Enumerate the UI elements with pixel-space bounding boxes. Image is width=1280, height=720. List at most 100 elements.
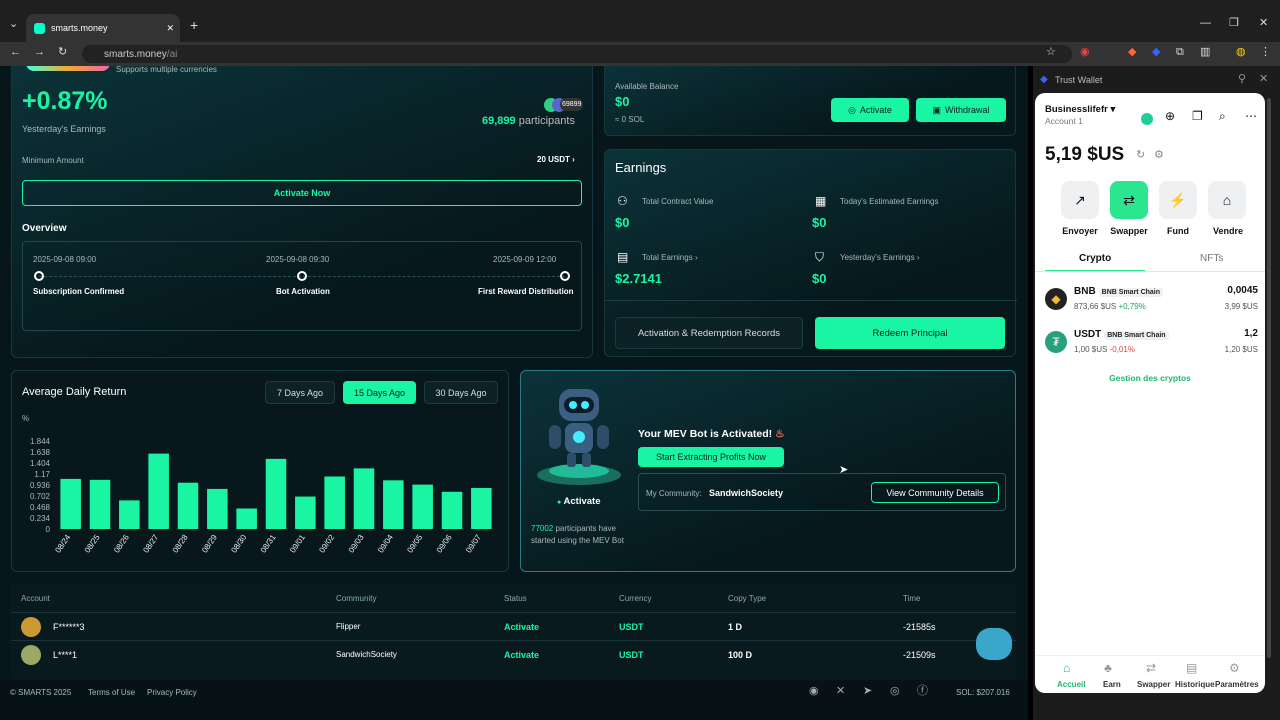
records-button[interactable]: Activation & Redemption Records	[615, 317, 803, 349]
copy-icon[interactable]: ❐	[1192, 109, 1203, 123]
chat-bot-icon[interactable]	[976, 628, 1012, 660]
tab-15-days[interactable]: 15 Days Ago	[343, 381, 416, 404]
nav-settings[interactable]: Paramètres	[1215, 680, 1259, 689]
maximize-icon[interactable]: ❐	[1229, 18, 1239, 29]
reload-icon[interactable]: ↻	[58, 47, 67, 58]
tab-list-icon[interactable]: ⌄	[9, 19, 18, 30]
home-icon[interactable]: ⌂	[1063, 661, 1070, 675]
timeline-label: First Reward Distribution	[478, 287, 574, 296]
swap-label[interactable]: Swapper	[1104, 226, 1154, 236]
close-panel-icon[interactable]: ✕	[1259, 74, 1268, 85]
timeline-label: Subscription Confirmed	[33, 287, 125, 296]
social-icon[interactable]: ◉	[809, 686, 819, 697]
discord-icon[interactable]: ◎	[890, 686, 900, 697]
tab-7-days[interactable]: 7 Days Ago	[265, 381, 335, 404]
settings-icon[interactable]: ⚙	[1229, 661, 1240, 675]
bank-icon[interactable]: ⌂	[1208, 181, 1246, 219]
nav-home[interactable]: Accueil	[1057, 680, 1085, 689]
profile-icon[interactable]: ◍	[1236, 47, 1246, 58]
activate-now-button[interactable]: Activate Now	[22, 180, 582, 206]
browser-menu-icon[interactable]: ⋮	[1260, 47, 1271, 58]
back-icon[interactable]: ←	[10, 47, 21, 58]
fund-label[interactable]: Fund	[1153, 226, 1203, 236]
y-tick-label: 1.404	[30, 459, 51, 468]
y-tick-label: 0	[46, 525, 51, 534]
minimum-amount-label: Minimum Amount	[22, 156, 84, 165]
tab-30-days[interactable]: 30 Days Ago	[424, 381, 498, 404]
network-icon[interactable]	[1141, 113, 1153, 125]
fund-icon[interactable]: ⚡	[1159, 181, 1197, 219]
x-tick-label: 08/24	[53, 533, 72, 555]
swap-nav-icon[interactable]: ⇄	[1146, 661, 1156, 675]
wallet-selector[interactable]: Businesslifefr ▾	[1045, 104, 1115, 115]
nav-earn[interactable]: Earn	[1103, 680, 1121, 689]
browser-tab[interactable]: smarts.money ✕	[26, 14, 180, 42]
user-icon: ⚇	[617, 194, 628, 208]
sell-label[interactable]: Vendre	[1203, 226, 1253, 236]
manage-crypto-link[interactable]: Gestion des cryptos	[1035, 373, 1265, 383]
extensions-puzzle-icon[interactable]: ⧉	[1176, 47, 1184, 58]
swap-icon[interactable]: ⇄	[1110, 181, 1148, 219]
nav-history[interactable]: Historique	[1175, 680, 1215, 689]
close-tab-icon[interactable]: ✕	[166, 23, 174, 34]
extension-icon[interactable]: ◉	[1080, 47, 1090, 58]
minimize-icon[interactable]: —	[1200, 18, 1211, 29]
start-extracting-button[interactable]: Start Extracting Profits Now	[638, 447, 784, 467]
settings-gear-icon[interactable]: ⚙	[1154, 148, 1164, 161]
activate-label: Activate	[859, 105, 892, 115]
x-tick-label: 09/02	[317, 533, 336, 555]
total-earnings-link[interactable]: Total Earnings ›	[642, 253, 698, 262]
activate-button[interactable]: ◎ Activate	[831, 98, 909, 122]
earn-icon[interactable]: ♣	[1104, 661, 1112, 675]
tab-title: smarts.money	[51, 23, 108, 33]
more-icon[interactable]: ⋯	[1245, 109, 1257, 123]
scrollbar[interactable]	[1267, 98, 1271, 658]
send-label[interactable]: Envoyer	[1055, 226, 1105, 236]
telegram-icon[interactable]: ➤	[863, 686, 872, 697]
view-community-button[interactable]: View Community Details	[871, 482, 999, 503]
redeem-principal-button[interactable]: Redeem Principal	[815, 317, 1005, 349]
bar-chart: 1.844 1.638 1.404 1.17 0.936 0.702 0.468 0.234 0…	[30, 437, 492, 555]
search-icon[interactable]: ⌕	[1219, 109, 1226, 124]
extension-icon[interactable]: ◆	[1128, 47, 1136, 58]
trust-wallet-extension-icon[interactable]: ◆	[1152, 47, 1160, 58]
refresh-icon[interactable]: ↻	[1136, 148, 1145, 161]
yesterday-earnings-link[interactable]: Yesterday's Earnings ›	[840, 253, 920, 262]
new-tab-icon[interactable]: +	[190, 18, 198, 32]
token-row[interactable]: ◆ BNB BNB Smart Chain 873,66 $US +0,79% 0…	[1035, 279, 1265, 321]
chevron-right-icon: ›	[916, 253, 920, 262]
earnings-label: Total Earnings	[642, 253, 693, 262]
chevron-right-icon: ›	[694, 253, 698, 262]
terms-link[interactable]: Terms of Use	[88, 688, 135, 697]
chart-bar	[207, 488, 228, 529]
token-row[interactable]: ₮ USDT BNB Smart Chain 1,00 $US -0,01% 1,…	[1035, 322, 1265, 364]
privacy-link[interactable]: Privacy Policy	[147, 688, 197, 697]
forward-icon[interactable]: →	[34, 47, 45, 58]
document-icon: ▤	[617, 250, 629, 264]
side-panel-icon[interactable]: ▥	[1200, 47, 1210, 58]
pin-icon[interactable]: ⚲	[1238, 74, 1246, 85]
address-bar[interactable]: smarts.money/ai	[82, 45, 1072, 63]
chart-bar	[60, 478, 81, 529]
tab-crypto[interactable]: Crypto	[1079, 253, 1111, 264]
facebook-icon[interactable]: ⓕ	[917, 686, 928, 697]
cell-copy-type: 100 D	[728, 650, 753, 660]
withdrawal-button[interactable]: ▣ Withdrawal	[916, 98, 1006, 122]
earnings-value: $0	[615, 215, 630, 230]
yield-label: Yesterday's Earnings	[22, 124, 106, 134]
send-icon[interactable]: ↗	[1061, 181, 1099, 219]
column-header: Account	[21, 594, 50, 603]
y-tick-label: 0.468	[30, 503, 51, 512]
chart-bar	[353, 468, 375, 529]
history-icon[interactable]: ▤	[1186, 661, 1197, 675]
chevron-right-icon[interactable]: ›	[572, 155, 575, 164]
bookmark-star-icon[interactable]: ☆	[1046, 47, 1056, 58]
activate-icon: ◎	[848, 104, 856, 115]
close-window-icon[interactable]: ✕	[1259, 18, 1268, 29]
globe-icon[interactable]: ⊕	[1165, 109, 1175, 123]
x-twitter-icon[interactable]: ✕	[836, 686, 845, 697]
robot-mascot-icon	[537, 389, 621, 485]
token-chain: BNB Smart Chain	[1098, 288, 1164, 297]
nav-swap[interactable]: Swapper	[1137, 680, 1170, 689]
tab-nfts[interactable]: NFTs	[1200, 253, 1223, 264]
